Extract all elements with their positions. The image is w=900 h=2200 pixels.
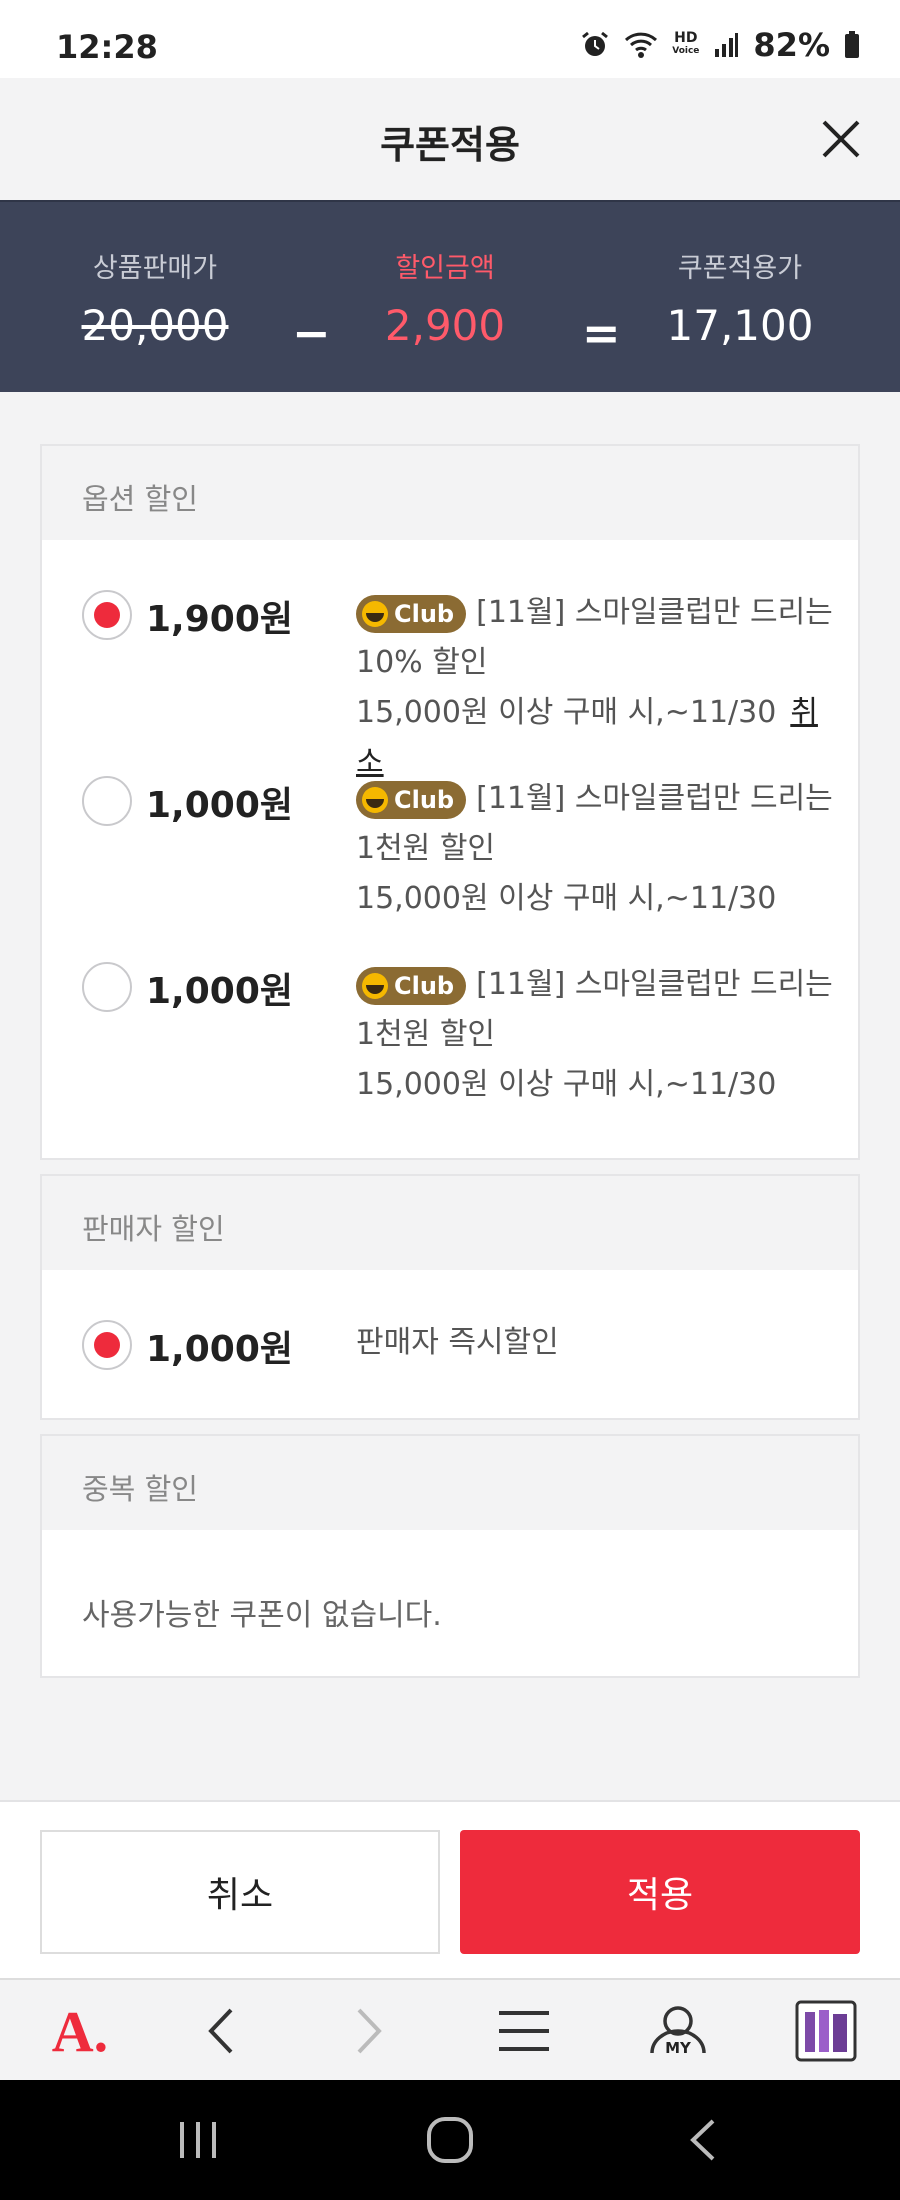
- coupon-amount: 1,000원: [146, 1329, 293, 1370]
- club-badge: Club: [356, 594, 467, 633]
- coupon-condition: 15,000원 이상 구매 시,~11/30: [356, 881, 777, 916]
- final-price-label: 쿠폰적용가: [677, 253, 803, 284]
- empty-message: 사용가능한 쿠폰이 없습니다.: [82, 1598, 442, 1633]
- auction-logo: A.: [51, 1998, 109, 2064]
- section-title: 중복 할인: [42, 1436, 858, 1530]
- alarm-icon: [582, 31, 609, 56]
- recent-apps-button[interactable]: [138, 2080, 258, 2200]
- cancel-button[interactable]: 취소: [40, 1830, 440, 1954]
- discount-amount-label: 할인금액: [395, 253, 495, 284]
- coupon-amount: 1,000원: [146, 785, 293, 826]
- seller-discount-section: 판매자 할인 1,000원 판매자 즉시할인: [40, 1174, 860, 1420]
- apply-button[interactable]: 적용: [460, 1830, 860, 1954]
- original-price-label: 상품판매가: [92, 253, 218, 284]
- my-page-button[interactable]: MY: [618, 1980, 738, 2082]
- hd-voice-indicator: HD Voice: [672, 30, 700, 56]
- discount-amount-value: 2,900: [384, 301, 506, 350]
- coupon-amount: 1,000원: [146, 971, 293, 1012]
- original-price-value: 20,000: [81, 301, 229, 350]
- system-navigation-bar: [0, 2080, 900, 2200]
- coupon-item[interactable]: 1,000원 Club [11월] 스마일클럽만 드리는 1천원 할인 15,00…: [42, 726, 858, 916]
- close-icon[interactable]: [818, 116, 864, 162]
- hamburger-icon: [499, 2011, 549, 2051]
- coupon-condition: 15,000원 이상 구매 시,~11/30: [356, 1067, 777, 1102]
- option-discount-section: 옵션 할인 1,900원 Club [11월] 스마일클럽만 드리는 10% 할인…: [40, 444, 860, 1160]
- menu-button[interactable]: [464, 1980, 584, 2082]
- home-icon: [427, 2117, 473, 2163]
- price-summary: 상품판매가 20,000 − 할인금액 2,900 = 쿠폰적용가 17,100: [0, 202, 900, 392]
- home-logo[interactable]: A.: [20, 1980, 140, 2082]
- coupon-radio[interactable]: [82, 590, 132, 640]
- final-price: 쿠폰적용가 17,100: [660, 246, 820, 350]
- discount-amount: 할인금액 2,900: [370, 246, 520, 350]
- coupon-radio[interactable]: [82, 962, 132, 1012]
- equals-sign: =: [582, 306, 621, 360]
- home-button[interactable]: [390, 2080, 510, 2200]
- section-title: 판매자 할인: [42, 1176, 858, 1270]
- modal-header: 쿠폰적용: [0, 78, 900, 202]
- my-label: MY: [665, 2039, 691, 2057]
- page-title: 쿠폰적용: [380, 123, 520, 167]
- coupon-description: Club [11월] 스마일클럽만 드리는 1천원 할인 15,000원 이상 구…: [356, 960, 836, 1110]
- browser-toolbar: A. MY: [0, 1978, 900, 2080]
- battery-icon: [845, 31, 859, 58]
- coupon-amount: 1,900원: [146, 599, 293, 640]
- coupon-item[interactable]: 1,000원 Club [11월] 스마일클럽만 드리는 1천원 할인 15,00…: [42, 912, 858, 1102]
- forward-button[interactable]: [310, 1980, 430, 2082]
- original-price: 상품판매가 20,000: [80, 246, 230, 350]
- final-price-value: 17,100: [666, 301, 814, 350]
- status-time: 12:28: [56, 28, 158, 66]
- recent-apps-icon: [180, 2122, 216, 2158]
- coupon-description: 판매자 즉시할인: [356, 1325, 559, 1360]
- coupon-condition: 15,000원 이상 구매 시,~11/30: [356, 695, 777, 730]
- action-bar: 취소 적용: [0, 1800, 900, 1978]
- coupon-description: Club [11월] 스마일클럽만 드리는 1천원 할인 15,000원 이상 구…: [356, 774, 836, 924]
- product-thumbnail-icon: [795, 2000, 857, 2062]
- smile-icon: [362, 600, 388, 627]
- battery-percent: 82%: [753, 26, 830, 64]
- coupon-item[interactable]: 1,900원 Club [11월] 스마일클럽만 드리는 10% 할인 15,00…: [42, 540, 858, 780]
- back-icon: [690, 2119, 715, 2161]
- coupon-item[interactable]: 1,000원 판매자 즉시할인: [42, 1270, 858, 1420]
- status-icons: HD Voice 82%: [580, 26, 860, 64]
- recent-product-button[interactable]: [766, 1980, 886, 2082]
- club-badge: Club: [356, 780, 467, 819]
- smile-icon: [362, 786, 388, 813]
- coupon-radio[interactable]: [82, 776, 132, 826]
- section-title: 옵션 할인: [42, 446, 858, 540]
- club-badge: Club: [356, 966, 467, 1005]
- wifi-icon: [625, 32, 658, 58]
- back-button[interactable]: [160, 1980, 280, 2082]
- system-back-button[interactable]: [642, 2080, 762, 2200]
- status-bar: 12:28 HD Voice 82%: [0, 0, 900, 78]
- chevron-right-icon: [357, 2008, 382, 2054]
- coupon-radio[interactable]: [82, 1320, 132, 1370]
- duplicate-discount-section: 중복 할인 사용가능한 쿠폰이 없습니다.: [40, 1434, 860, 1678]
- minus-sign: −: [292, 306, 331, 360]
- chevron-left-icon: [208, 2008, 233, 2054]
- smile-icon: [362, 972, 388, 999]
- signal-icon: [715, 33, 739, 57]
